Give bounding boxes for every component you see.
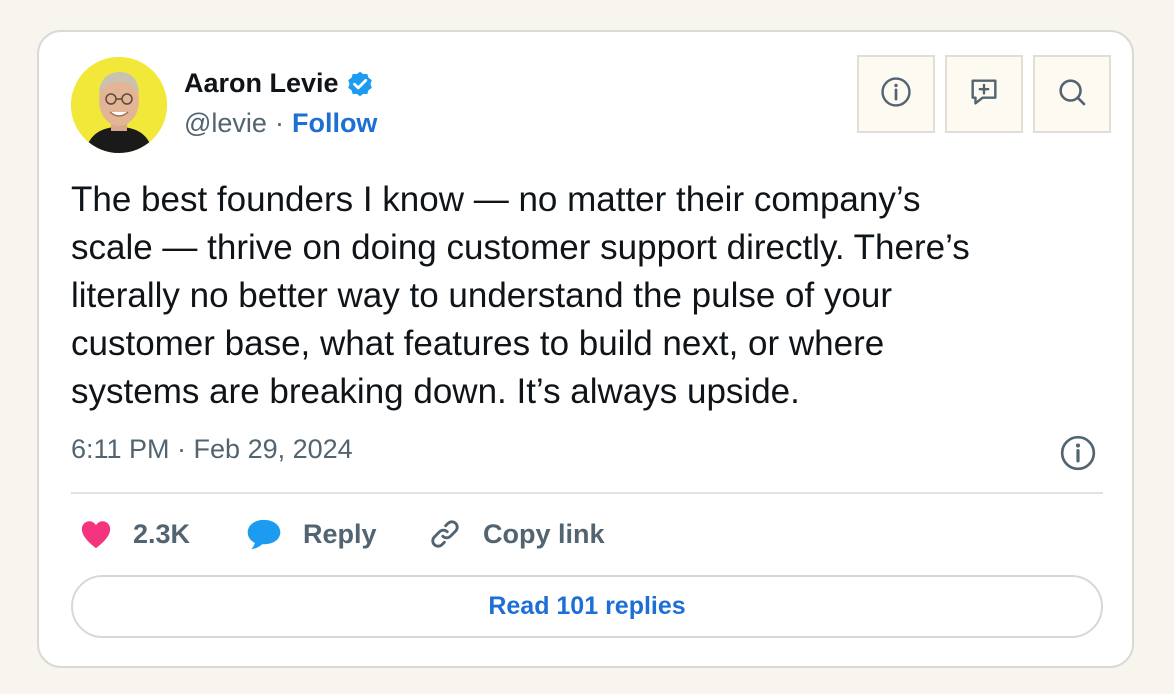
copy-link-label: Copy link — [483, 518, 605, 549]
like-button[interactable]: 2.3K — [79, 514, 190, 554]
author-name[interactable]: Aaron Levie — [184, 68, 339, 99]
tweet-card: Aaron Levie @levie · Follow The best fou… — [37, 30, 1134, 668]
reply-bubble-icon — [245, 517, 283, 551]
follow-link[interactable]: Follow — [292, 108, 377, 139]
divider — [71, 492, 1103, 494]
link-icon — [427, 516, 463, 552]
info-icon — [879, 75, 913, 114]
tweet-timestamp[interactable]: 6:11 PM · Feb 29, 2024 — [71, 434, 353, 465]
like-count: 2.3K — [133, 518, 191, 549]
search-button[interactable] — [1033, 55, 1111, 133]
author-handle[interactable]: @levie — [184, 108, 267, 139]
author-name-row: Aaron Levie — [184, 68, 375, 99]
search-icon — [1055, 75, 1089, 114]
read-replies-button[interactable]: Read 101 replies — [71, 575, 1103, 638]
copy-link-button[interactable]: Copy link — [427, 514, 605, 554]
heart-icon — [79, 518, 113, 550]
reply-button[interactable]: Reply — [245, 514, 377, 554]
author-handle-row: @levie · Follow — [184, 108, 377, 139]
add-comment-button[interactable] — [945, 55, 1023, 133]
info-icon[interactable] — [1059, 434, 1097, 472]
info-button[interactable] — [857, 55, 935, 133]
reply-label: Reply — [303, 518, 377, 549]
avatar[interactable] — [71, 57, 167, 153]
tweet-text: The best founders I know — no matter the… — [71, 180, 970, 411]
verified-badge-icon — [345, 69, 375, 99]
separator-dot: · — [274, 108, 284, 138]
add-comment-icon — [967, 75, 1001, 114]
